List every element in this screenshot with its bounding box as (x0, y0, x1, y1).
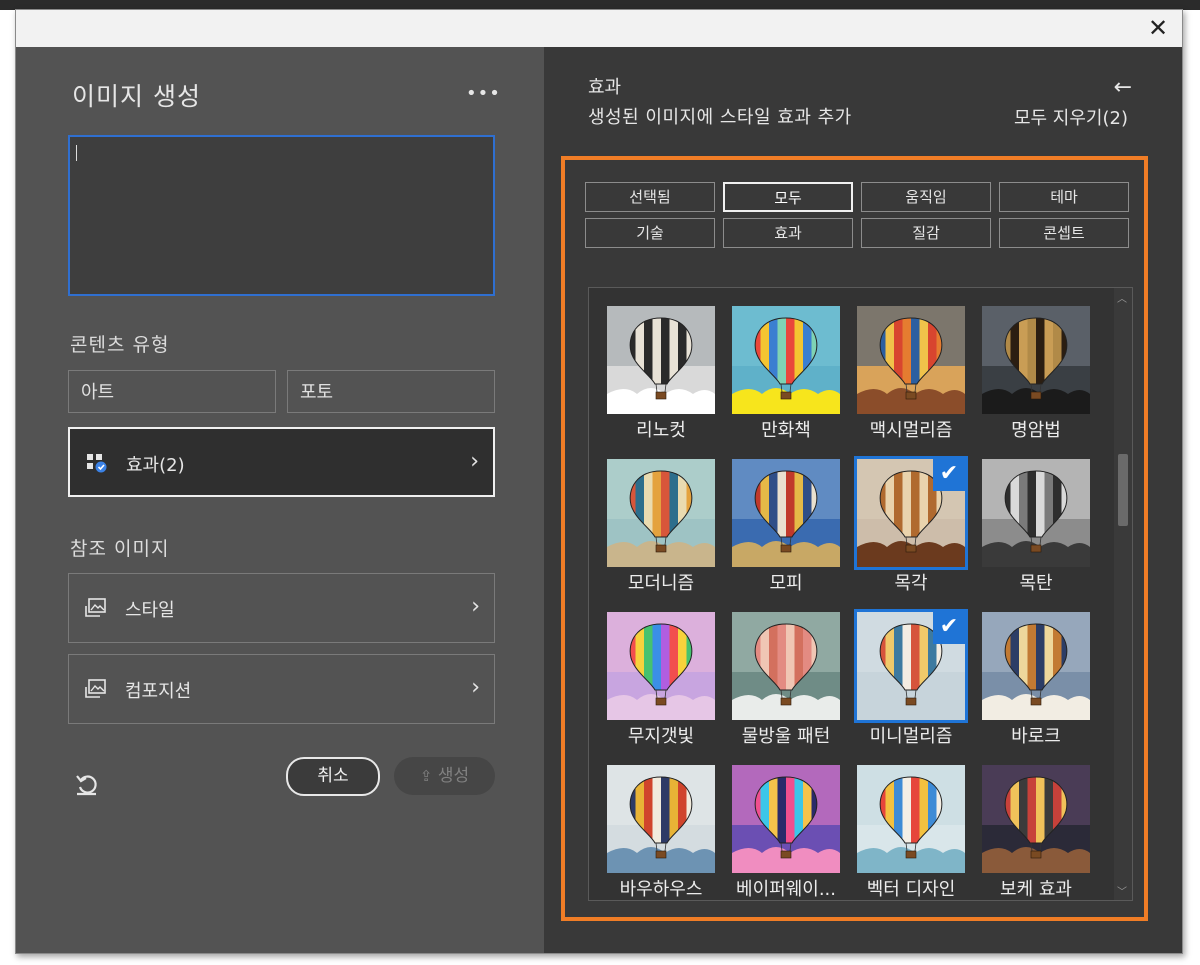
effect-tile[interactable]: 모피 (732, 459, 840, 609)
effect-thumbnail (982, 765, 1090, 873)
effect-label: 명암법 (1011, 420, 1061, 441)
effect-label: 리노컷 (636, 420, 686, 441)
panel-title: 이미지 생성 (72, 82, 201, 111)
filter-tab[interactable]: 모두 (723, 182, 853, 212)
filter-tab[interactable]: 콘셉트 (999, 218, 1129, 248)
effect-thumbnail (607, 306, 715, 414)
generate-label: 생성 (437, 766, 470, 786)
generate-icon: ⇪ (419, 767, 433, 785)
cancel-button[interactable]: 취소 (286, 757, 380, 796)
style-reference-label: 스타일 (125, 600, 175, 621)
effect-label: 벡터 디자인 (866, 879, 956, 900)
filter-tab[interactable]: 질감 (861, 218, 991, 248)
effect-label: 맥시멀리즘 (869, 420, 953, 441)
close-button[interactable]: ✕ (1144, 14, 1172, 42)
effect-thumbnail (982, 459, 1090, 567)
filter-tab[interactable]: 기술 (585, 218, 715, 248)
effect-label: 모피 (769, 573, 803, 594)
composition-reference-button[interactable]: 컴포지션 › (68, 654, 495, 724)
effect-thumbnail (857, 306, 965, 414)
effect-label: 만화책 (761, 420, 811, 441)
effect-thumbnail (857, 765, 965, 873)
chevron-right-icon: › (471, 675, 480, 700)
scrollbar-thumb[interactable] (1118, 454, 1128, 526)
effect-thumbnail (607, 459, 715, 567)
effect-tile[interactable]: 베이퍼웨이... (732, 765, 840, 900)
effect-tile[interactable]: ✔ 목각 (854, 456, 968, 609)
generate-button[interactable]: ⇪ 생성 (394, 757, 495, 795)
content-type-photo-button[interactable]: 포토 (287, 370, 495, 413)
effect-thumbnail (732, 306, 840, 414)
effects-button[interactable]: 효과(2) › (68, 427, 495, 497)
effect-tile[interactable]: 바우하우스 (607, 765, 715, 900)
text-caret (76, 145, 77, 161)
effect-label: 베이퍼웨이... (736, 879, 836, 900)
effect-tile[interactable]: 모더니즘 (607, 459, 715, 609)
effect-thumbnail (732, 765, 840, 873)
effects-icon (87, 454, 107, 473)
generation-panel: 이미지 생성 ••• 콘텐츠 유형 아트 포토 효과(2) › 참조 이미지 스… (16, 47, 544, 953)
effect-label: 미니멀리즘 (869, 726, 953, 747)
effect-thumbnail (982, 612, 1090, 720)
effect-thumbnail (732, 612, 840, 720)
image-generation-dialog: ✕ 이미지 생성 ••• 콘텐츠 유형 아트 포토 효과(2) › 참조 이미지 (15, 9, 1183, 954)
effect-tile[interactable]: 보케 효과 (982, 765, 1090, 900)
effect-thumbnail (607, 612, 715, 720)
effect-thumbnail (732, 459, 840, 567)
effect-label: 바우하우스 (619, 879, 703, 900)
chevron-right-icon: › (470, 449, 479, 474)
prompt-input[interactable] (68, 135, 495, 296)
effect-tile[interactable]: 벡터 디자인 (857, 765, 965, 900)
checkmark-icon: ✔ (933, 612, 965, 644)
content-type-art-button[interactable]: 아트 (68, 370, 276, 413)
gallery-scrollbar[interactable]: ︿ ﹀ (1114, 288, 1132, 900)
clear-all-button[interactable]: 모두 지우기(2) (1014, 104, 1128, 130)
checkmark-icon: ✔ (933, 459, 965, 491)
effect-thumbnail (607, 765, 715, 873)
scroll-up-icon[interactable]: ︿ (1117, 290, 1127, 305)
image-reference-icon (85, 598, 106, 617)
filter-tab[interactable]: 테마 (999, 182, 1129, 212)
effect-tile[interactable]: 만화책 (732, 306, 840, 456)
effect-label: 물방울 패턴 (741, 726, 831, 747)
effect-label: 목탄 (1019, 573, 1053, 594)
composition-reference-label: 컴포지션 (125, 681, 192, 702)
image-reference-icon (85, 679, 106, 698)
scroll-down-icon[interactable]: ﹀ (1117, 883, 1127, 898)
filter-tab[interactable]: 움직임 (861, 182, 991, 212)
effect-label: 목각 (894, 573, 928, 594)
effect-tile[interactable]: 맥시멀리즘 (857, 306, 965, 456)
effects-title: 효과 (588, 77, 622, 98)
effect-label: 무지갯빛 (627, 726, 695, 747)
effect-thumbnail: ✔ (854, 609, 968, 723)
effect-thumbnail: ✔ (854, 456, 968, 570)
effect-tile[interactable]: 물방울 패턴 (732, 612, 840, 762)
filter-tab[interactable]: 효과 (723, 218, 853, 248)
title-bar: ✕ (16, 10, 1182, 47)
effect-tile[interactable]: ✔ 미니멀리즘 (854, 609, 968, 762)
effects-gallery[interactable]: 리노컷 만화책 맥시멀리즘 명암법 모더니즘 모피 ✔ 목각 목탄 무지갯빛 물방울 패턴 ✔ 미니멀리… (588, 287, 1133, 901)
content-type-heading: 콘텐츠 유형 (70, 334, 170, 356)
effect-label: 바로크 (1011, 726, 1061, 747)
back-arrow-icon[interactable]: ← (1114, 75, 1132, 100)
effects-button-label: 효과(2) (126, 455, 185, 476)
effect-tile[interactable]: 명암법 (982, 306, 1090, 456)
style-reference-button[interactable]: 스타일 › (68, 573, 495, 643)
effect-tile[interactable]: 바로크 (982, 612, 1090, 762)
effects-subtitle: 생성된 이미지에 스타일 효과 추가 (588, 107, 852, 128)
filter-tab[interactable]: 선택됨 (585, 182, 715, 212)
effect-label: 모더니즘 (627, 573, 695, 594)
effect-tile[interactable]: 무지갯빛 (607, 612, 715, 762)
effect-tile[interactable]: 목탄 (982, 459, 1090, 609)
chevron-right-icon: › (471, 594, 480, 619)
effect-tile[interactable]: 리노컷 (607, 306, 715, 456)
reset-icon[interactable] (74, 772, 100, 798)
effect-thumbnail (982, 306, 1090, 414)
more-options-icon[interactable]: ••• (466, 83, 501, 104)
highlight-box: 선택됨 모두 움직임 테마기술 효과 질감 콘셉트 리노컷 만화책 맥시멀리즘 명암법모더니즘 모피… (561, 156, 1148, 921)
effect-label: 보케 효과 (1000, 879, 1072, 900)
reference-image-heading: 참조 이미지 (70, 538, 170, 560)
effects-panel: 효과 생성된 이미지에 스타일 효과 추가 ← 모두 지우기(2) 선택됨 모두 움… (544, 47, 1182, 953)
